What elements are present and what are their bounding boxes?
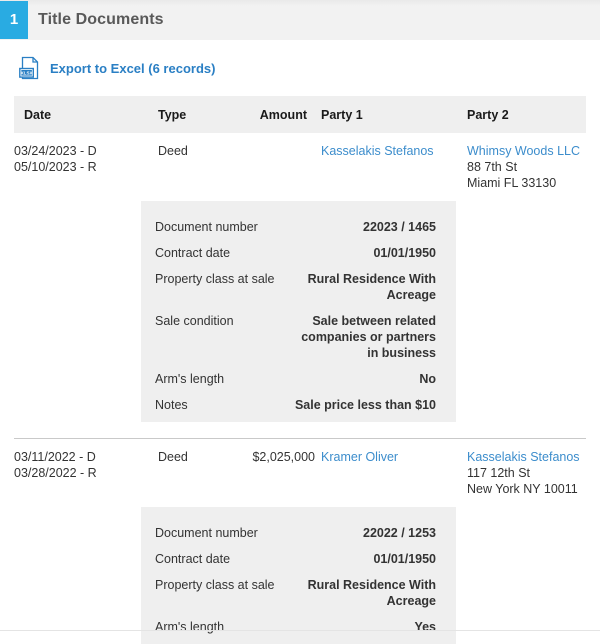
detail-row: Arm's length Yes — [155, 609, 442, 635]
detail-label: Notes — [155, 398, 188, 412]
detail-row: Document number 22022 / 1253 — [155, 515, 442, 541]
page-header: 1 Title Documents — [0, 0, 600, 40]
detail-label: Property class at sale — [155, 272, 275, 286]
party-2-street: 117 12th St — [467, 466, 531, 480]
date-recorded: 05/10/2023 - R — [14, 160, 97, 174]
cell-party-2: Whimsy Woods LLC 88 7th St Miami FL 3313… — [467, 133, 586, 191]
cell-date: 03/11/2022 - D 03/28/2022 - R — [14, 439, 158, 497]
column-header-date: Date — [14, 96, 158, 133]
party-2-link[interactable]: Whimsy Woods LLC — [467, 143, 580, 159]
detail-value: 22022 / 1253 — [363, 526, 436, 540]
table-header: Date Type Amount Party 1 Party 2 — [14, 96, 586, 133]
party-2-link[interactable]: Kasselakis Stefanos — [467, 449, 580, 465]
page-title: Title Documents — [38, 11, 164, 28]
detail-label: Contract date — [155, 552, 231, 566]
document-detail-panel: Document number 22023 / 1465 Contract da… — [141, 201, 456, 422]
detail-value: 22023 / 1465 — [363, 220, 436, 234]
detail-label: Arm's length — [155, 372, 225, 386]
detail-value: No — [419, 372, 436, 386]
detail-row: Property class at sale Rural Residence W… — [155, 567, 442, 609]
detail-value: Rural Residence With Acreage — [307, 272, 436, 302]
cell-party-2: Kasselakis Stefanos 117 12th St New York… — [467, 439, 586, 497]
detail-label: Sale condition — [155, 314, 234, 328]
column-header-type: Type — [158, 96, 219, 133]
table-row[interactable]: 03/11/2022 - D 03/28/2022 - R Deed $2,02… — [14, 439, 586, 497]
cell-date: 03/24/2023 - D 05/10/2023 - R — [14, 133, 158, 191]
document-detail-panel: Document number 22022 / 1253 Contract da… — [141, 507, 456, 644]
date-recorded: 03/28/2022 - R — [14, 466, 97, 480]
detail-row: Contract date 01/01/1950 — [155, 541, 442, 567]
detail-row: Sale condition Sale between related comp… — [155, 303, 442, 361]
detail-label: Document number — [155, 220, 258, 234]
party-1-link[interactable]: Kasselakis Stefanos — [321, 143, 461, 159]
cell-type: Deed — [158, 450, 188, 464]
cell-party-1: Kasselakis Stefanos — [321, 133, 467, 191]
detail-row: Property class at sale Rural Residence W… — [155, 261, 442, 303]
date-deed: 03/24/2023 - D — [14, 144, 97, 158]
detail-label: Document number — [155, 526, 258, 540]
svg-text:XLSX: XLSX — [21, 70, 34, 75]
export-to-excel-label[interactable]: Export to Excel (6 records) — [50, 61, 215, 76]
detail-value: Sale price less than $10 — [294, 398, 436, 412]
row-spacer — [14, 422, 586, 438]
party-2-street: 88 7th St — [467, 160, 518, 174]
page-bottom-rule — [0, 630, 600, 631]
cell-amount — [219, 133, 321, 191]
detail-panel-cell: Document number 22023 / 1465 Contract da… — [14, 191, 586, 422]
detail-label: Contract date — [155, 246, 231, 260]
party-2-city: New York NY 10011 — [467, 482, 578, 496]
party-1-link[interactable]: Kramer Oliver — [321, 449, 461, 465]
cell-amount: $2,025,000 — [252, 450, 315, 464]
cell-type: Deed — [158, 144, 188, 158]
detail-panel-row: Document number 22022 / 1253 Contract da… — [14, 497, 586, 644]
detail-table: Document number 22022 / 1253 Contract da… — [155, 515, 442, 635]
date-deed: 03/11/2022 - D — [14, 450, 96, 464]
detail-row: Arm's length No — [155, 361, 442, 387]
detail-panel-cell: Document number 22022 / 1253 Contract da… — [14, 497, 586, 644]
table-header-row: Date Type Amount Party 1 Party 2 — [14, 96, 586, 133]
title-documents-table: Date Type Amount Party 1 Party 2 03/24/2… — [14, 96, 586, 644]
export-to-excel-row[interactable]: XLSX Export to Excel (6 records) — [14, 40, 586, 96]
detail-label: Arm's length — [155, 620, 225, 634]
column-header-amount: Amount — [219, 96, 321, 133]
detail-value: 01/01/1950 — [373, 552, 436, 566]
table-row[interactable]: 03/24/2023 - D 05/10/2023 - R Deed Kasse… — [14, 133, 586, 191]
detail-row: Document number 22023 / 1465 — [155, 209, 442, 235]
detail-label: Property class at sale — [155, 578, 275, 592]
table-body: 03/24/2023 - D 05/10/2023 - R Deed Kasse… — [14, 133, 586, 644]
detail-row: Notes Sale price less than $10 — [155, 387, 442, 413]
party-2-city: Miami FL 33130 — [467, 176, 557, 190]
detail-panel-row: Document number 22023 / 1465 Contract da… — [14, 191, 586, 422]
detail-value: Rural Residence With Acreage — [307, 578, 436, 608]
column-header-party-1: Party 1 — [321, 96, 467, 133]
content-area: XLSX Export to Excel (6 records) Date Ty… — [0, 40, 600, 644]
detail-value: 01/01/1950 — [373, 246, 436, 260]
detail-value: Sale between related companies or partne… — [301, 314, 436, 360]
cell-party-1: Kramer Oliver — [321, 439, 467, 497]
detail-row: Contract date 01/01/1950 — [155, 235, 442, 261]
column-header-party-2: Party 2 — [467, 96, 586, 133]
section-number-badge: 1 — [0, 0, 28, 39]
detail-value: Yes — [414, 620, 436, 634]
detail-table: Document number 22023 / 1465 Contract da… — [155, 209, 442, 413]
xlsx-file-icon: XLSX — [19, 56, 39, 80]
